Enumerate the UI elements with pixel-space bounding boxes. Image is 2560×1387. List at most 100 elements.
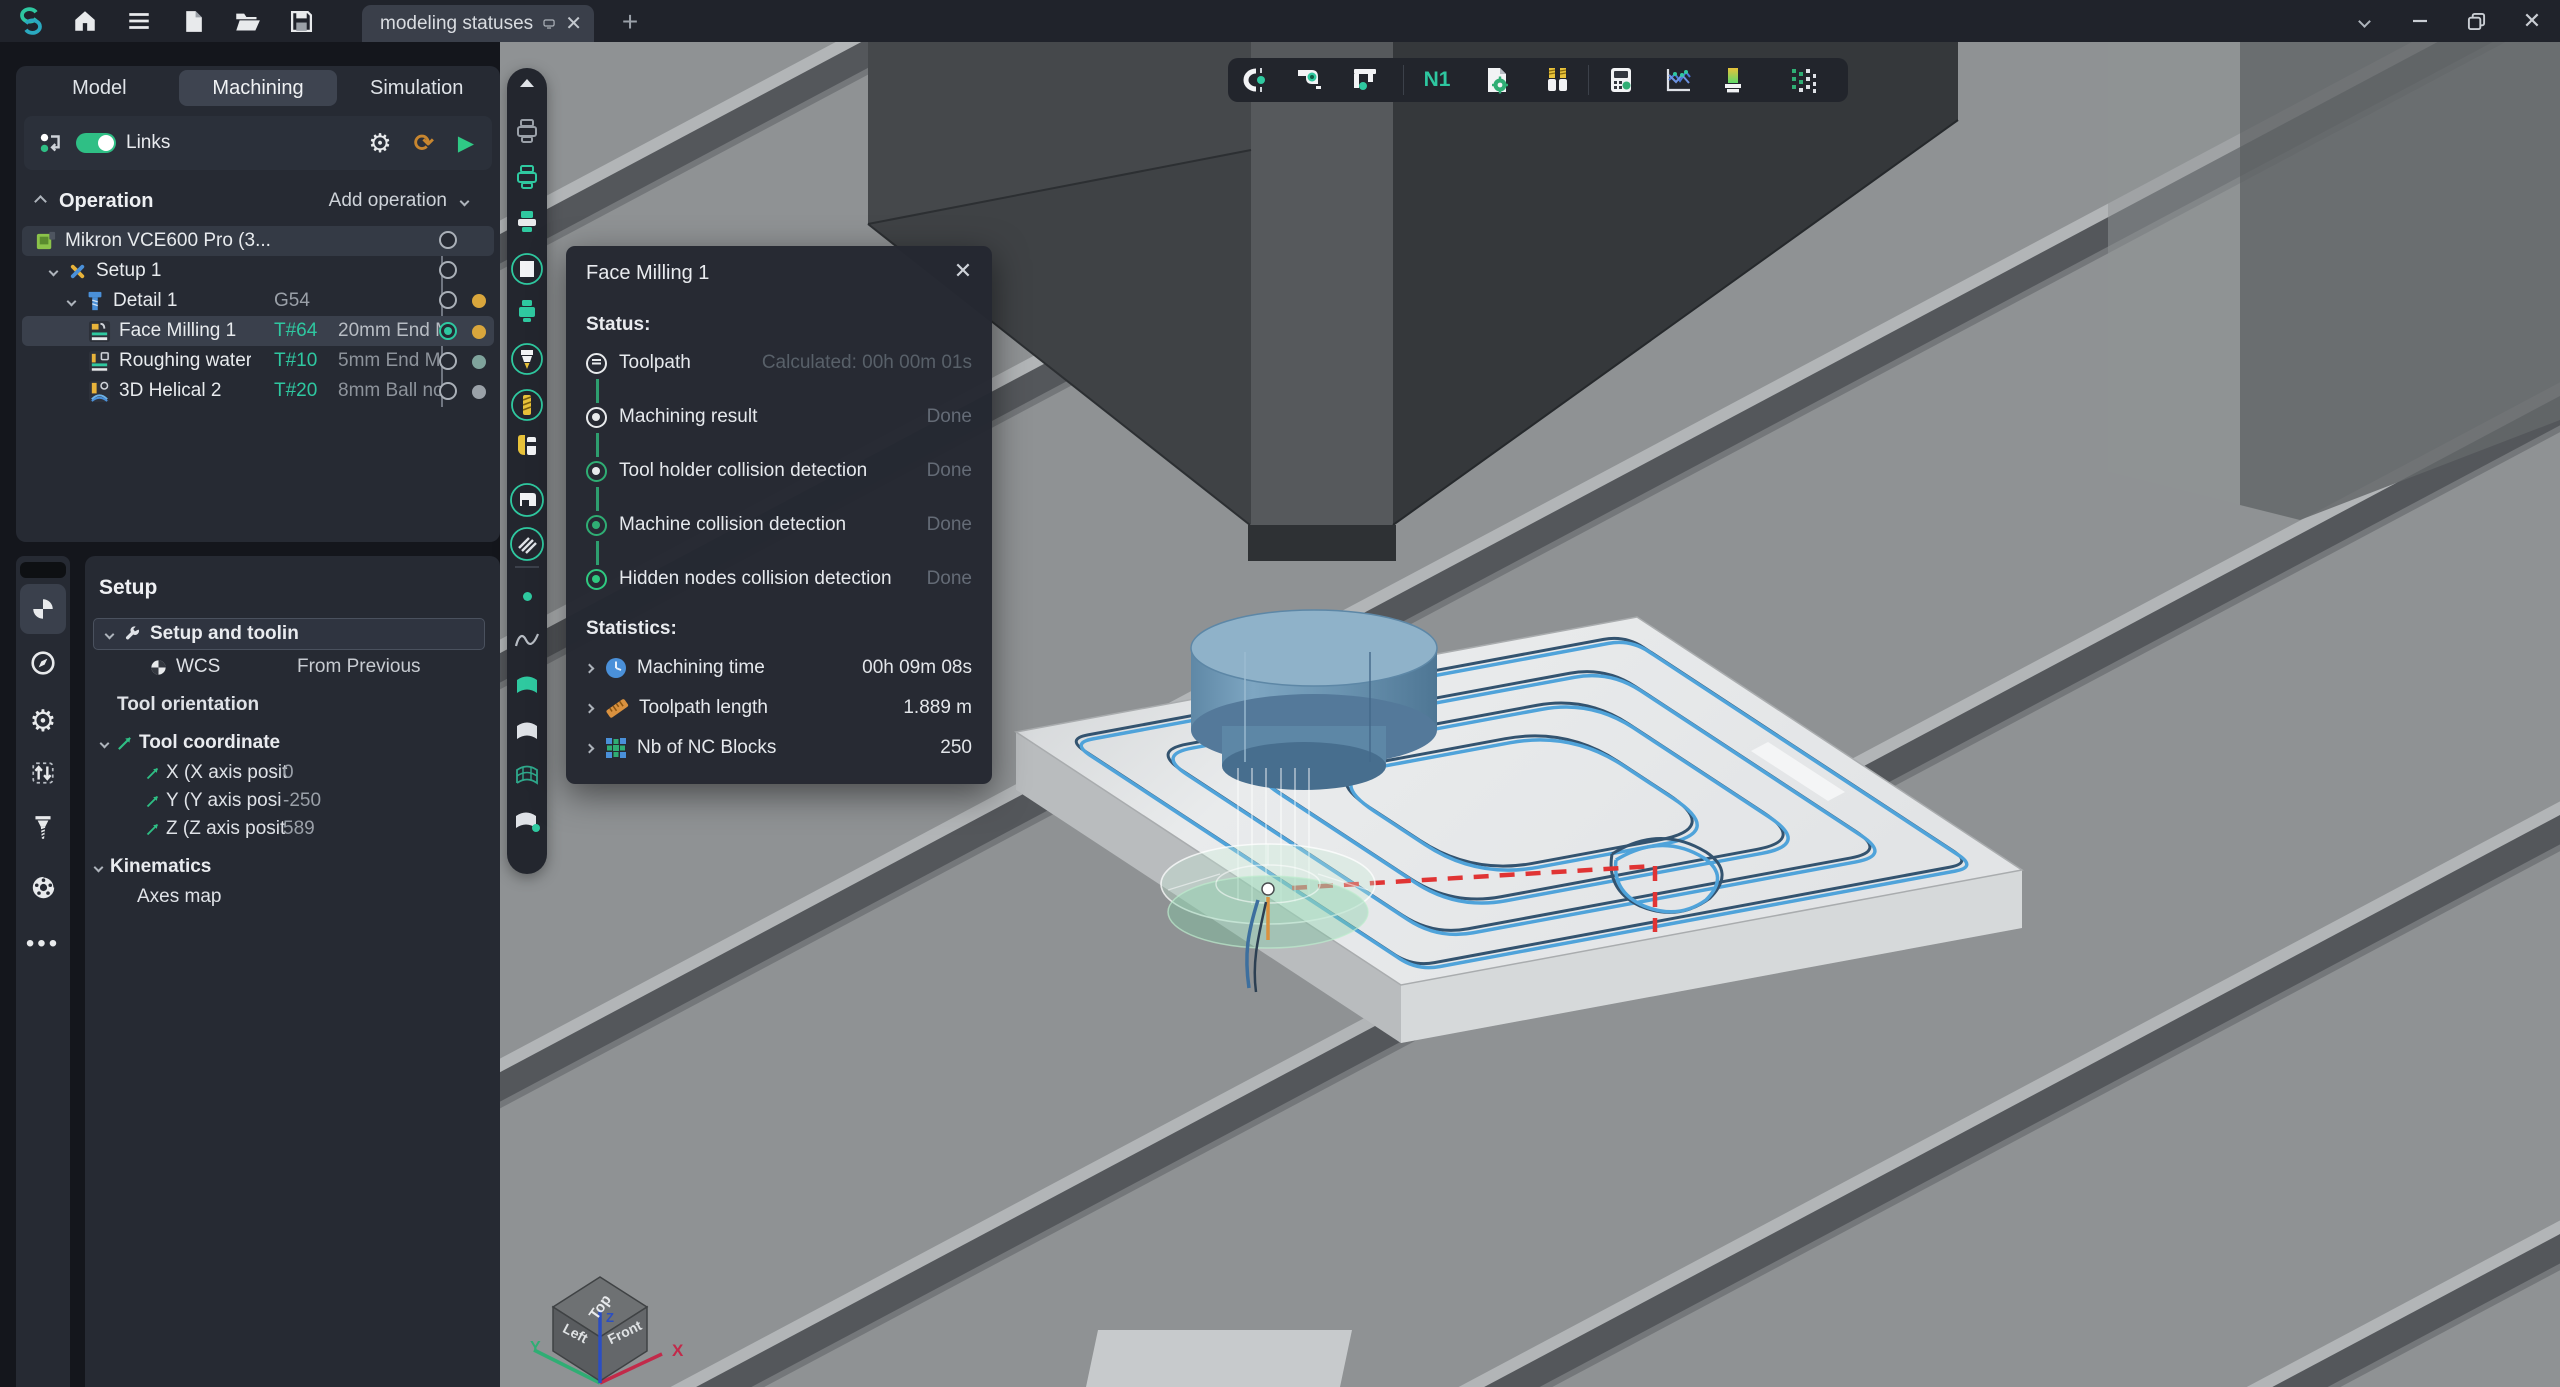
main-menu-button[interactable] — [112, 0, 166, 42]
add-operation-button[interactable]: Add operation — [329, 190, 447, 212]
tree-row-roughing[interactable]: Roughing waterli... T#10 5mm End M — [22, 346, 494, 376]
tree-row-detail[interactable]: Detail 1 G54 — [22, 286, 494, 316]
tape-measure-icon[interactable] — [1285, 58, 1331, 102]
point-display-icon[interactable] — [507, 592, 547, 601]
postprocessor-icon[interactable] — [1474, 58, 1520, 102]
tool-block-icon[interactable] — [507, 432, 547, 458]
tree-row-helical[interactable]: 3D Helical 2 T#20 8mm Ball no — [22, 376, 494, 406]
expand-chevron-icon[interactable] — [585, 663, 595, 673]
document-tab[interactable]: modeling statuses ✕ — [362, 5, 594, 42]
status-ring[interactable] — [439, 231, 457, 249]
sidebar-item-transform[interactable] — [16, 760, 70, 786]
open-file-button[interactable] — [220, 0, 274, 42]
tab-machining[interactable]: Machining — [179, 70, 338, 106]
caliper-icon[interactable] — [1342, 58, 1388, 102]
sidebar-item-more[interactable]: ••• — [16, 930, 70, 958]
tree-row-face-milling[interactable]: Face Milling 1 T#64 20mm End M — [22, 316, 494, 346]
sidebar-item-settings[interactable]: ⚙ — [16, 704, 70, 739]
window-menu-chevron[interactable] — [2336, 0, 2392, 42]
run-simulation-icon[interactable]: ▶ — [458, 131, 474, 156]
machine-visibility-off-icon[interactable] — [507, 118, 547, 144]
axis-row-y[interactable]: Y (Y axis posi -250 — [145, 790, 281, 812]
expand-chevron-icon[interactable] — [585, 743, 595, 753]
point-grid-icon[interactable] — [1780, 58, 1826, 102]
machine-visibility-on-icon[interactable] — [507, 164, 547, 190]
settings-gear-icon[interactable]: ⚙ — [368, 128, 391, 159]
sidebar-item-setup-active[interactable] — [20, 584, 66, 634]
calculator-icon[interactable] — [1598, 58, 1644, 102]
tab-close-icon[interactable]: ✕ — [565, 11, 582, 36]
curve-display-icon[interactable] — [507, 630, 547, 650]
axes-map-row[interactable]: Axes map — [137, 886, 221, 908]
axis-row-x[interactable]: X (X axis posit 0 — [145, 762, 287, 784]
popup-close-icon[interactable]: ✕ — [948, 256, 978, 286]
sidebar-handle[interactable] — [20, 562, 66, 578]
save-button[interactable] — [274, 0, 328, 42]
tab-model[interactable]: Model — [20, 70, 179, 106]
helical-icon — [88, 380, 111, 403]
stat-nc-blocks[interactable]: Nb of NC Blocks250 — [586, 734, 972, 762]
snap-tool-icon[interactable] — [1228, 58, 1274, 102]
sidebar-item-tool[interactable] — [16, 814, 70, 842]
roughing-icon — [88, 350, 111, 373]
close-button[interactable]: ✕ — [2504, 0, 2560, 42]
links-toggle[interactable] — [76, 133, 116, 153]
home-button[interactable] — [58, 0, 112, 42]
new-file-button[interactable] — [166, 0, 220, 42]
axis-arrow-icon — [145, 822, 160, 837]
setup-tooling-row[interactable]: Setup and toolin — [93, 618, 485, 650]
surface-mesh-icon[interactable] — [507, 762, 547, 786]
toolpath-status-icon — [586, 353, 607, 374]
scroll-up-icon[interactable] — [507, 78, 547, 88]
status-ring-active[interactable] — [439, 322, 457, 340]
tool-wear-icon[interactable] — [1710, 58, 1756, 102]
tool-coordinate-header[interactable]: Tool coordinate — [101, 732, 280, 754]
toolpath-visibility-icon[interactable] — [507, 526, 547, 562]
surface-shaded-icon[interactable] — [507, 672, 547, 696]
expand-chevron-icon[interactable] — [100, 738, 110, 748]
sidebar-item-navigate[interactable] — [16, 650, 70, 676]
tree-row-setup[interactable]: Setup 1 — [22, 256, 494, 286]
recalculate-icon[interactable]: ⟳ — [414, 129, 434, 158]
measure-toolbar: N1 — [1228, 58, 1848, 102]
sidebar-item-rotary[interactable] — [16, 874, 70, 901]
expand-chevron-icon[interactable] — [49, 266, 59, 276]
tab-simulation[interactable]: Simulation — [337, 70, 496, 106]
expand-chevron-icon[interactable] — [94, 862, 104, 872]
fixture-visibility-icon[interactable] — [507, 298, 547, 324]
status-ring[interactable] — [439, 382, 457, 400]
restore-button[interactable] — [2448, 0, 2504, 42]
kinematics-header[interactable]: Kinematics — [95, 856, 211, 878]
expand-chevron-icon[interactable] — [105, 629, 115, 639]
machine-head-icon[interactable] — [507, 209, 547, 235]
graph-analysis-icon[interactable] — [1655, 58, 1701, 102]
stock-visibility-icon[interactable] — [507, 252, 547, 286]
workpiece-visibility-icon[interactable] — [507, 482, 547, 518]
holder-visibility-icon[interactable] — [507, 388, 547, 422]
minimize-button[interactable] — [2392, 0, 2448, 42]
collapse-chevron-icon[interactable] — [34, 195, 47, 208]
stat-machining-time[interactable]: Machining time00h 09m 08s — [586, 654, 972, 682]
tree-row-machine[interactable]: Mikron VCE600 Pro (3... — [22, 226, 494, 256]
expand-chevron-icon[interactable] — [585, 703, 595, 713]
stat-toolpath-length[interactable]: Toolpath length1.889 m — [586, 694, 972, 722]
status-ring[interactable] — [439, 291, 457, 309]
add-operation-chevron-icon[interactable] — [460, 196, 470, 206]
surface-plain-icon[interactable] — [507, 718, 547, 742]
wcs-row[interactable]: WCS From Previous — [149, 656, 220, 678]
toolbar-divider — [1403, 65, 1404, 95]
axis-x-label: X — [672, 1341, 684, 1360]
axis-row-z[interactable]: Z (Z axis posit 589 — [145, 818, 285, 840]
toolbar-divider — [515, 566, 539, 568]
status-ring[interactable] — [439, 352, 457, 370]
status-ring[interactable] — [439, 261, 457, 279]
title-bar: modeling statuses ✕ + ✕ — [0, 0, 2560, 42]
tool-library-icon[interactable] — [1535, 58, 1581, 102]
new-tab-button[interactable]: + — [612, 6, 648, 38]
face-milling-icon — [88, 320, 111, 343]
tool-visibility-icon[interactable] — [507, 342, 547, 376]
expand-chevron-icon[interactable] — [67, 296, 77, 306]
nc-code-button[interactable]: N1 — [1414, 58, 1460, 102]
surface-edges-icon[interactable] — [507, 808, 547, 834]
status-dot — [472, 325, 486, 339]
